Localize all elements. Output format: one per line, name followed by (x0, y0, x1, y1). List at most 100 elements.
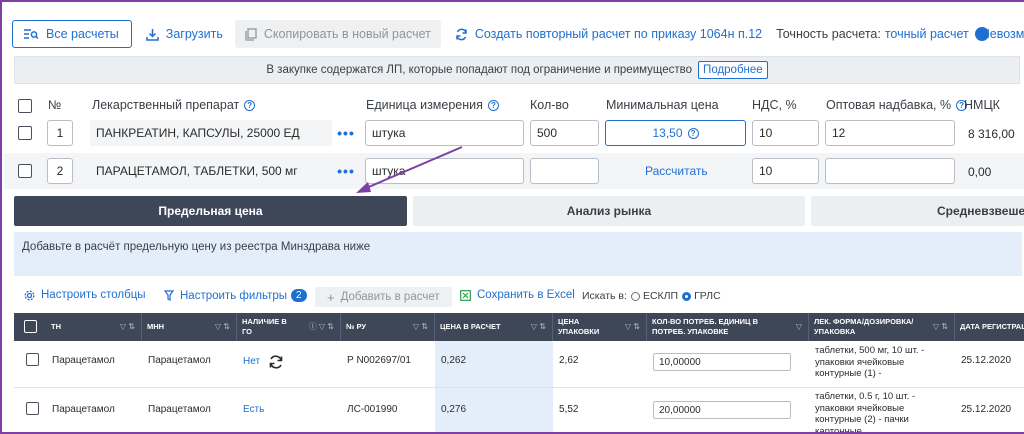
all-calcs-button[interactable]: Все расчеты (12, 20, 132, 48)
more-options-button[interactable]: ••• (335, 158, 357, 184)
col-min-price-label: Минимальная цена (606, 98, 719, 112)
cell-tn: Парацетамол (52, 404, 115, 415)
result-row-checkbox[interactable] (26, 353, 39, 366)
col-unit: Единица измерения? (366, 98, 499, 112)
row-checkbox[interactable] (18, 164, 32, 178)
radio-esklp-label: ЕСКЛП (642, 290, 679, 302)
cell-form: таблетки, 0.5 г, 10 шт. - упаковки ячейк… (815, 391, 916, 434)
cell-pack-price: 2,62 (559, 355, 579, 366)
cell-tn: Парацетамол (52, 355, 115, 366)
filter-icon (164, 290, 174, 301)
gear-icon (24, 290, 35, 300)
qty-input[interactable]: 500 (530, 120, 599, 146)
restriction-banner: В закупке содержатся ЛП, которые попадаю… (14, 56, 1020, 84)
nmck-value: 8 316,00 (968, 127, 1015, 141)
filter-sort-icon[interactable]: ▽ ⇅ (625, 322, 640, 332)
col-vat: НДС, % (752, 98, 797, 112)
configure-columns-button[interactable]: Настроить столбцы (24, 289, 146, 301)
drug-name[interactable]: ПАРАЦЕТАМОЛ, ТАБЛЕТКИ, 500 мг (90, 158, 332, 184)
repeat-calc-button[interactable]: Создать повторный расчет по приказу 1064… (455, 27, 762, 41)
th-reg-date[interactable]: Дата регистрац (955, 313, 1024, 341)
col-drug-label: Лекарственный препарат (92, 98, 240, 112)
min-price-input[interactable]: 13,50? (605, 120, 746, 146)
select-all-rows-checkbox[interactable] (24, 320, 37, 333)
qty-input[interactable] (530, 158, 599, 184)
cell-availability[interactable]: Нет (243, 355, 284, 369)
th-ru-label: № РУ (346, 322, 367, 331)
refresh-icon (456, 28, 467, 40)
col-nmck-label: НМЦК (964, 98, 1000, 112)
add-to-calc-button[interactable]: + Добавить в расчет (315, 287, 452, 307)
add-to-calc-label: Добавить в расчет (340, 291, 440, 303)
th-mnn[interactable]: МНН ▽ ⇅ (142, 313, 237, 341)
filter-sort-icon[interactable]: ▽ ⇅ (531, 322, 546, 332)
cell-ru: Р N002697/01 (347, 355, 411, 366)
result-row-checkbox[interactable] (26, 402, 39, 415)
units-qty-input[interactable]: 20,00000 (653, 401, 791, 419)
th-tn-label: ТН (51, 322, 61, 331)
filter-sort-icon[interactable]: ▽ ⇅ (413, 322, 428, 332)
th-mnn-label: МНН (147, 322, 165, 331)
top-toolbar: Все расчеты Загрузить Скопировать в новы… (12, 20, 1024, 48)
sync-icon[interactable] (268, 355, 284, 369)
vat-input[interactable]: 10 (752, 158, 819, 184)
th-form[interactable]: Лек. форма/дозировка/ упаковка ▽ ⇅ (809, 313, 955, 341)
filter-sort-icon[interactable]: ▽ ⇅ (120, 322, 135, 332)
save-excel-label: Сохранить в Excel (477, 289, 575, 301)
more-options-button[interactable]: ••• (335, 120, 357, 146)
col-no-label: № (48, 98, 62, 112)
th-tn[interactable]: ТН ▽ ⇅ (46, 313, 142, 341)
banner-text: В закупке содержатся ЛП, которые попадаю… (266, 64, 693, 76)
markup-input[interactable] (825, 158, 955, 184)
select-all-checkbox[interactable] (18, 99, 32, 113)
search-in-group: Искать в: ЕСКЛП ГРЛС (582, 290, 721, 302)
radio-grls[interactable] (682, 291, 692, 301)
filter-sort-icon[interactable]: ▽ (796, 322, 802, 332)
help-icon[interactable]: ? (487, 99, 499, 111)
calculate-link[interactable]: Рассчитать (645, 164, 708, 178)
copy-new-label: Скопировать в новый расчет (263, 27, 431, 41)
col-qty-label: Кол-во (530, 98, 569, 112)
copy-new-button[interactable]: Скопировать в новый расчет (234, 20, 441, 48)
cell-reg-date: 25.12.2020 (961, 355, 1012, 366)
th-availability-label: Наличие в ГО (242, 317, 287, 336)
th-form-label: Лек. форма/дозировка/ упаковка (814, 317, 914, 336)
col-unit-label: Единица измерения (366, 98, 483, 112)
filter-sort-icon[interactable]: ▽ ⇅ (215, 322, 230, 332)
all-calcs-label: Все расчеты (46, 27, 119, 41)
more-button[interactable]: Подробнее (698, 61, 768, 79)
units-qty-input[interactable]: 10,00000 (653, 353, 791, 371)
unit-input[interactable]: штука (365, 120, 524, 146)
row-checkbox[interactable] (18, 126, 32, 140)
col-qty: Кол-во (530, 98, 569, 112)
save-excel-button[interactable]: Сохранить в Excel (460, 289, 575, 301)
th-ru[interactable]: № РУ ▽ ⇅ (341, 313, 435, 341)
info-panel: Добавьте в расчёт предельную цену из рее… (14, 232, 1022, 276)
download-icon (146, 28, 159, 41)
th-units-qty[interactable]: Кол-во потреб. единиц в потреб. упаковке… (647, 313, 809, 341)
th-pack-price[interactable]: Цена упаковки ▽ ⇅ (553, 313, 647, 341)
markup-input[interactable]: 12 (825, 120, 955, 146)
filter-sort-icon[interactable]: ▽ ⇅ (933, 322, 948, 332)
upload-button[interactable]: Загрузить (146, 27, 223, 41)
unit-input[interactable]: штука (365, 158, 524, 184)
plus-icon: + (327, 289, 335, 305)
th-pack-price-label: Цена упаковки (558, 317, 600, 336)
tab-weighted-average[interactable]: Средневзвешен (811, 196, 1024, 226)
radio-esklp[interactable] (630, 291, 640, 301)
vat-input[interactable]: 10 (752, 120, 819, 146)
th-price[interactable]: Цена в расчет ▽ ⇅ (435, 313, 553, 341)
help-icon[interactable]: ? (687, 127, 699, 139)
th-units-qty-label: Кол-во потреб. единиц в потреб. упаковке (652, 317, 759, 336)
tab-limit-price[interactable]: Предельная цена (14, 196, 407, 226)
tab-market-analysis[interactable]: Анализ рынка (413, 196, 805, 226)
col-drug: Лекарственный препарат? (92, 98, 256, 112)
configure-columns-label: Настроить столбцы (41, 289, 146, 301)
filter-sort-icon[interactable]: ⓘ ▽ ⇅ (309, 322, 334, 332)
configure-filters-button[interactable]: Настроить фильтры 2 (164, 289, 307, 302)
cell-availability[interactable]: Есть (243, 404, 264, 416)
help-icon[interactable]: ? (244, 99, 256, 111)
app-frame: Все расчеты Загрузить Скопировать в новы… (0, 0, 1024, 434)
th-availability[interactable]: Наличие в ГО ⓘ ▽ ⇅ (237, 313, 341, 341)
drug-name[interactable]: ПАНКРЕАТИН, КАПСУЛЫ, 25000 ЕД (90, 120, 332, 146)
